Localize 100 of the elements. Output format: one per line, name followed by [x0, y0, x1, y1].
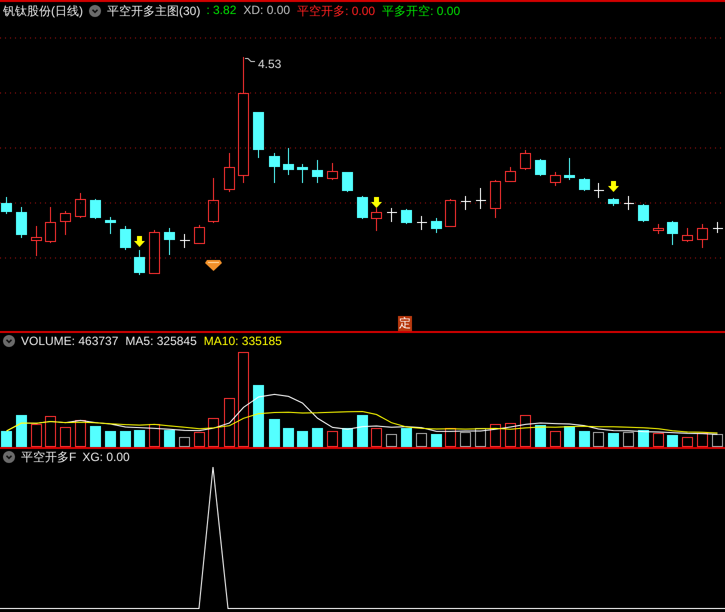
- indicator-value: 平空开多: 0.00: [297, 2, 376, 20]
- candlestick: [60, 210, 71, 236]
- volume-bar: [490, 424, 501, 447]
- candlestick: [564, 158, 575, 180]
- volume-bar: [134, 430, 145, 447]
- candlestick: [431, 218, 442, 234]
- volume-bar: [653, 433, 664, 447]
- volume-bar: [712, 434, 723, 447]
- volume-bar: [505, 423, 516, 447]
- volume-bar: [520, 415, 531, 447]
- volume-bar: [164, 430, 175, 447]
- candlestick: [579, 178, 590, 192]
- volume-bar: [312, 428, 323, 447]
- indicator-value: VOLUME: 463737: [21, 334, 118, 348]
- volume-bar: [75, 420, 86, 447]
- candlestick: [357, 196, 368, 220]
- volume-bar: [16, 415, 27, 447]
- candlestick: [490, 180, 501, 218]
- indicator-value: XG: 0.00: [82, 450, 130, 464]
- volume-bar: [550, 431, 561, 447]
- candlestick: [608, 198, 619, 206]
- candlestick: [476, 188, 486, 210]
- candlestick: [667, 220, 678, 246]
- volume-bar: [697, 433, 708, 447]
- volume-bar: [445, 428, 456, 447]
- candlestick: [297, 164, 308, 184]
- indicator-value: : 3.82: [206, 2, 236, 18]
- volume-bar: [149, 424, 160, 447]
- volume-bar: [593, 432, 604, 447]
- down-arrow-icon: [608, 181, 619, 192]
- candlestick: [1, 196, 12, 214]
- volume-bar: [179, 437, 190, 447]
- candlestick: [253, 112, 264, 158]
- volume-bar: [431, 434, 442, 447]
- candlestick: [134, 250, 145, 276]
- candlestick: [624, 196, 634, 210]
- volume-bar: [297, 431, 308, 447]
- dropdown-icon[interactable]: [3, 335, 15, 347]
- signal-badge: 定: [398, 316, 412, 331]
- leader-line: [244, 58, 256, 62]
- candlestick: [638, 204, 649, 222]
- volume-bar: [667, 435, 678, 447]
- candlestick: [90, 198, 101, 220]
- candlestick: [283, 148, 294, 176]
- candlestick: [697, 224, 708, 248]
- volume-bar: [1, 431, 12, 447]
- candlestick: [194, 224, 205, 244]
- candlestick: [312, 160, 323, 184]
- indicator-value: XD: 0.00: [243, 2, 290, 18]
- down-arrow-icon: [371, 197, 382, 208]
- indicator-name: 平空开多主图(30): [107, 2, 200, 20]
- diamond-icon: [205, 260, 222, 271]
- volume-bar: [386, 434, 397, 447]
- volume-bar: [371, 428, 382, 447]
- candlestick: [105, 216, 116, 234]
- volume-bar: [45, 416, 56, 447]
- volume-bar: [475, 428, 486, 447]
- down-arrow-icon: [134, 236, 145, 247]
- candlestick: [164, 228, 175, 256]
- high-price-label: 4.53: [258, 57, 282, 71]
- candlestick: [371, 208, 382, 232]
- candlestick: [75, 192, 86, 218]
- volume-bar: [416, 433, 427, 447]
- stock-title: 钒钛股份(日线): [3, 2, 83, 20]
- dropdown-icon[interactable]: [3, 451, 15, 463]
- candlestick: [327, 162, 338, 180]
- candlestick: [594, 182, 604, 198]
- dropdown-icon[interactable]: [89, 5, 101, 17]
- volume-bar: [608, 433, 619, 447]
- volume-bar: [623, 432, 634, 447]
- candlestick: [16, 206, 27, 238]
- volume-bar: [60, 427, 71, 447]
- indicator-value: MA5: 325845: [125, 334, 197, 348]
- volume-bar: [579, 431, 590, 447]
- indicator-value: MA10: 335185: [204, 334, 282, 348]
- volume-bar: [682, 437, 693, 447]
- volume-bar: [327, 431, 338, 447]
- candlestick: [269, 152, 280, 184]
- volume-bar: [253, 385, 264, 447]
- candlestick: [386, 208, 398, 222]
- candlestick: [416, 216, 428, 230]
- volume-bar: [460, 432, 471, 447]
- candlestick: [208, 178, 219, 224]
- candlestick: [535, 158, 546, 176]
- volume-bar: [90, 426, 101, 447]
- candlestick: [342, 172, 353, 192]
- candlestick: [520, 150, 531, 170]
- candlestick: [45, 206, 56, 244]
- candlestick: [712, 222, 724, 234]
- candlestick: [682, 228, 693, 242]
- volume-bar: [401, 428, 412, 447]
- candlestick: [401, 208, 412, 224]
- candlestick: [460, 196, 472, 210]
- volume-bar: [224, 398, 235, 447]
- volume-bar: [283, 428, 294, 447]
- volume-bar: [105, 431, 116, 447]
- volume-bar: [564, 426, 575, 447]
- volume-bar: [31, 424, 42, 447]
- candlestick: [445, 198, 456, 228]
- candlestick: [149, 230, 160, 274]
